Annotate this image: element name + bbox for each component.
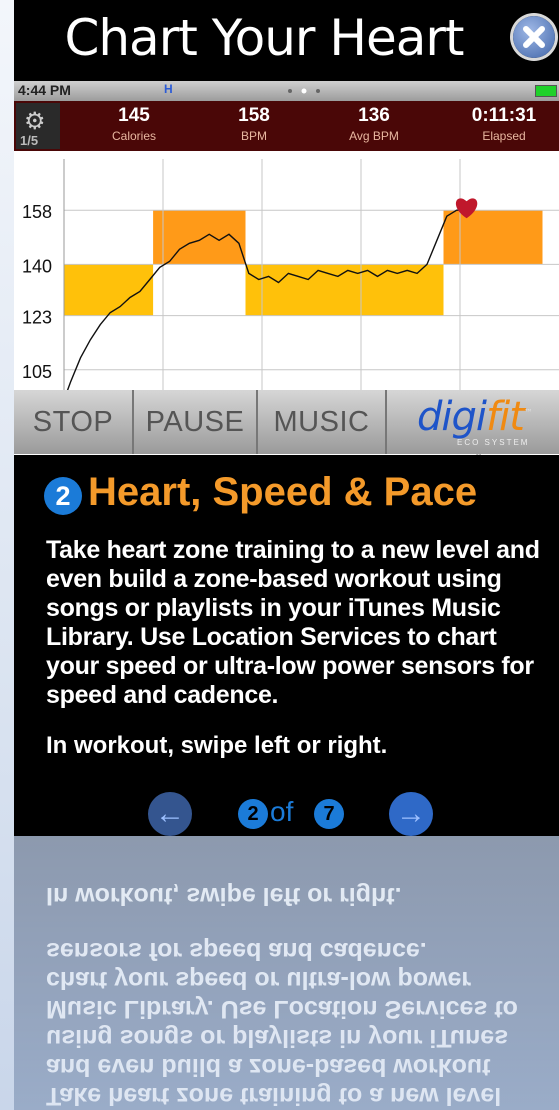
page: Chart Your Heart 4:44 PM H ⚙ 1/5 145 Cal… [0,0,559,1110]
metric-elapsed: 0:11:31 Elapsed [454,105,554,145]
y-tick-label: 123 [22,308,52,328]
arrow-left-icon: ← [155,797,185,830]
current-page: 2 [238,799,268,829]
total-pages: 7 [314,799,344,829]
reflection-hint: In workout, swipe left or right. [46,882,402,910]
heart-zone [64,264,154,316]
status-bar: 4:44 PM H [14,81,559,101]
music-button[interactable]: MUSIC [258,390,387,454]
close-button[interactable] [513,16,555,58]
metric-value: 0:11:31 [471,105,537,126]
metric-value: 145 [118,105,150,126]
metric-calories: 145 Calories [84,105,184,145]
stop-button[interactable]: STOP [14,390,134,454]
metric-label: Calories [111,129,156,143]
y-tick-label: 140 [22,256,52,276]
pager-separator: of [270,796,294,827]
battery-icon [535,85,557,97]
heart-zone [443,210,543,265]
status-time: 4:44 PM [18,82,71,98]
arrow-right-icon: → [396,797,426,830]
gear-icon: ⚙ [24,108,46,135]
status-carrier: H [164,82,173,96]
page-dots-icon [288,88,320,94]
y-tick-label: 158 [22,202,52,222]
next-button[interactable]: → [389,792,433,836]
pause-button[interactable]: PAUSE [134,390,258,454]
logo-text: digifit™ [417,394,533,440]
close-icon [523,26,545,48]
feature-description: Take heart zone training to a new level … [46,536,546,710]
metric-value: 136 [358,105,390,126]
metrics-bar: ⚙ 1/5 145 Calories 158 BPM 136 Avg BPM 0… [14,101,559,151]
description-text: Take heart zone training to a new level … [46,536,540,709]
y-tick-label: 105 [22,362,52,382]
screen-page: 1/5 [20,133,39,148]
metric-bpm: 158 BPM [204,105,304,145]
reflection: Take heart zone training to a new level … [14,836,559,1110]
previous-button[interactable]: ← [148,792,192,836]
feature-heading: Heart, Speed & Pace [88,470,478,514]
metric-label: Elapsed [482,129,526,143]
metric-avg-bpm: 136 Avg BPM [324,105,424,145]
reflection-text: Take heart zone training to a new level … [46,937,518,1110]
metric-label: BPM [240,129,267,143]
logo-sub: ECO SYSTEM [457,438,530,447]
settings-button[interactable]: ⚙ 1/5 [16,103,60,149]
swipe-hint: In workout, swipe left or right. [46,732,388,759]
pager: ← 2 of 7 → [0,792,559,836]
app-title: Chart Your Heart [64,9,464,67]
metric-value: 158 [238,105,270,126]
step-number-badge: 2 [44,477,82,515]
digifit-logo: digifit™ ECO SYSTEM [387,390,559,454]
metric-label: Avg BPM [349,129,399,143]
control-bar: STOP PAUSE MUSIC digifit™ ECO SYSTEM [14,390,559,454]
